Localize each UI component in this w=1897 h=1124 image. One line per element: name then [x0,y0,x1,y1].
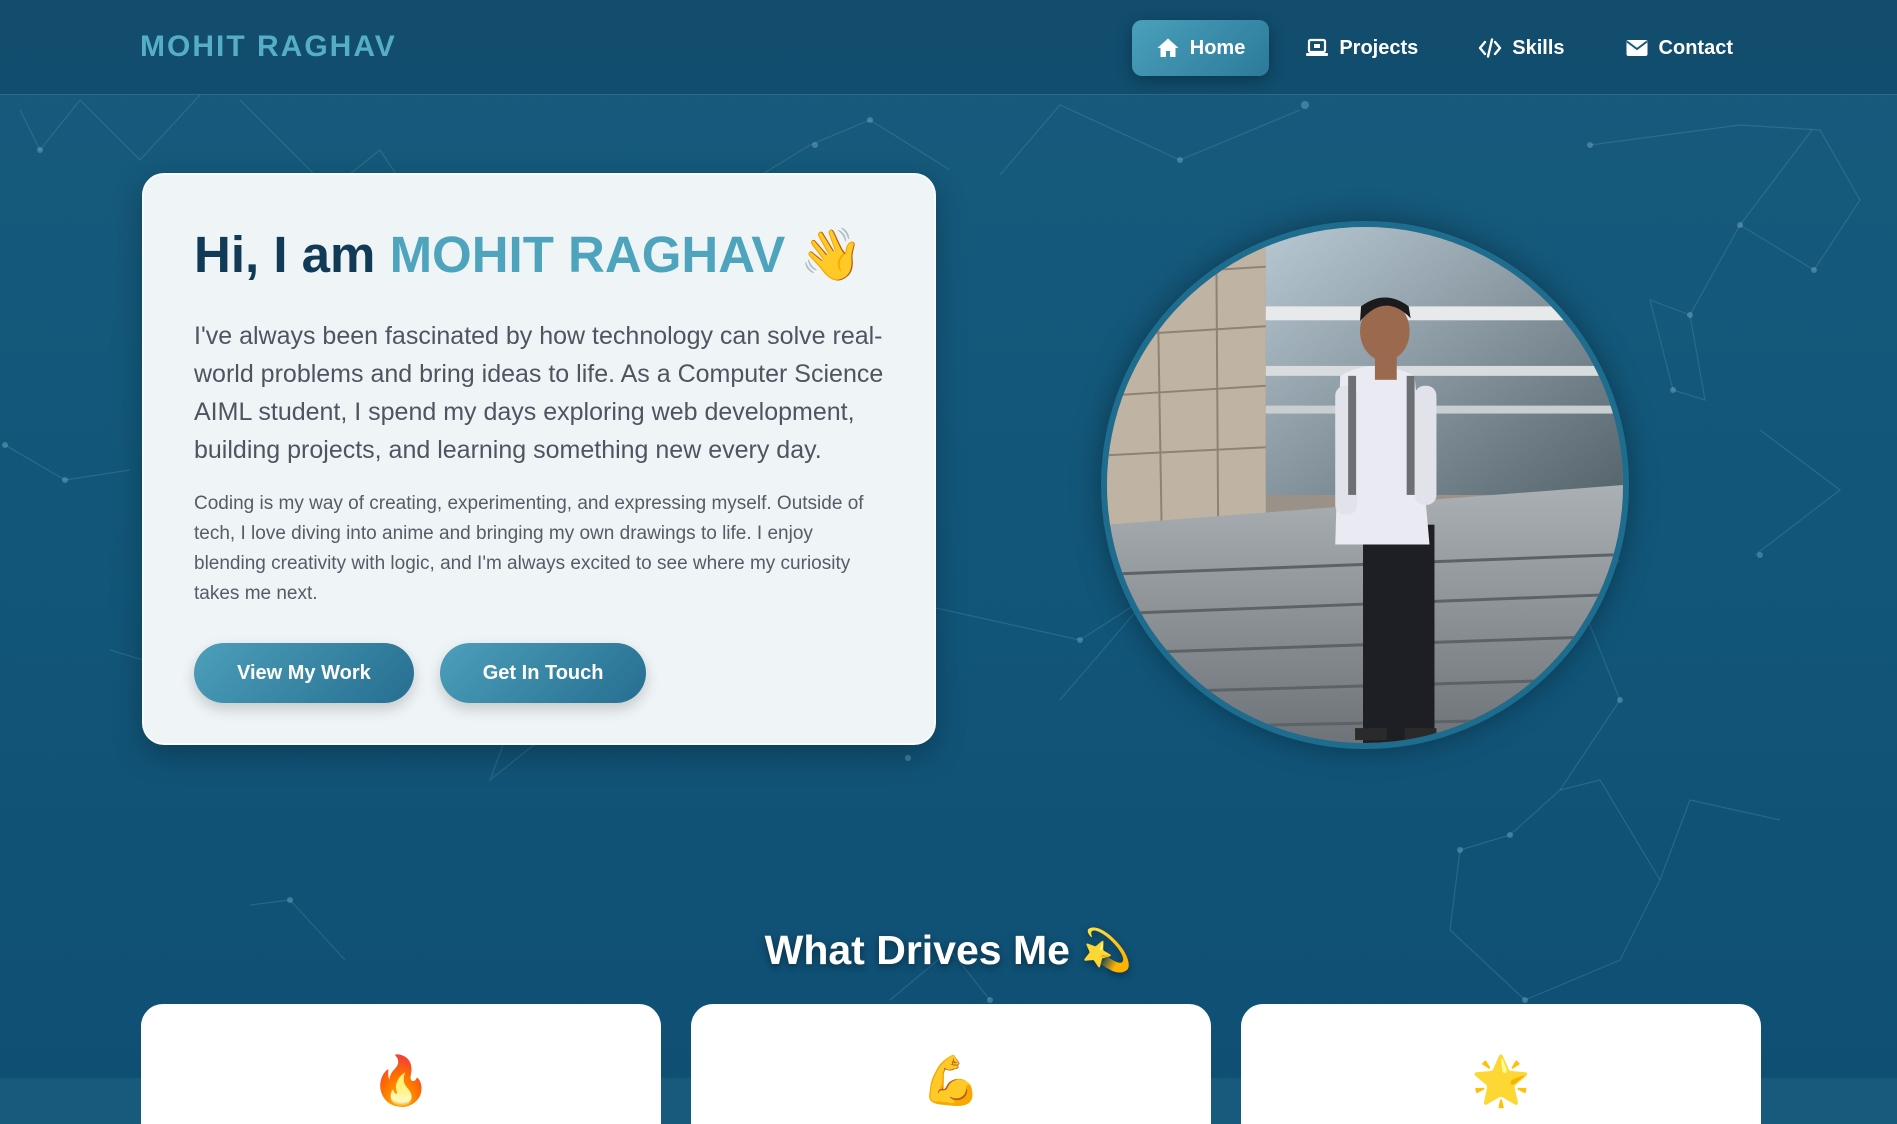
profile-photo-image [1107,227,1623,743]
hero-card: Hi, I am MOHIT RAGHAV 👋 I've always been… [142,173,936,745]
profile-photo [1101,221,1629,749]
section-title-what-drives-me: What Drives Me 💫 [764,927,1133,974]
view-my-work-button[interactable]: View My Work [194,643,414,704]
nav-contact[interactable]: Contact [1601,20,1757,76]
drive-card: 🌟 [1241,1004,1761,1124]
hero-lead-paragraph: I've always been fascinated by how techn… [194,322,884,465]
hero-buttons: View My Work Get In Touch [194,643,884,704]
nav-home-label: Home [1189,36,1246,59]
nav-skills[interactable]: Skills [1454,20,1588,76]
code-icon [1479,38,1502,58]
drives-cards: 🔥 💪 🌟 [141,1004,1761,1124]
nav-skills-label: Skills [1512,36,1565,59]
hero-title: Hi, I am MOHIT RAGHAV 👋 [194,226,884,283]
home-icon [1157,38,1179,57]
nav-contact-label: Contact [1658,36,1733,59]
star-icon: 🌟 [1471,1055,1531,1108]
flexed-arm-icon: 💪 [921,1055,981,1108]
hero-name: MOHIT RAGHAV [389,226,786,283]
nav-links: Home Projects Skills Contact [1131,20,1757,76]
flame-icon: 🔥 [371,1055,431,1108]
drive-card: 💪 [691,1004,1211,1124]
nav-projects-label: Projects [1339,36,1419,59]
get-in-touch-button[interactable]: Get In Touch [439,643,647,704]
drive-card: 🔥 [141,1004,661,1124]
nav-home[interactable]: Home [1131,20,1270,76]
waving-hand-icon: 👋 [799,226,863,283]
nav-projects[interactable]: Projects [1281,20,1442,76]
hero-body-paragraph: Coding is my way of creating, experiment… [194,493,864,605]
site-logo[interactable]: MOHIT RAGHAV [140,30,397,64]
hero-greeting: Hi, I am [194,226,376,283]
envelope-icon [1625,40,1648,56]
navbar: MOHIT RAGHAV Home Projects Skills Contac… [0,0,1897,95]
laptop-icon [1306,38,1329,56]
